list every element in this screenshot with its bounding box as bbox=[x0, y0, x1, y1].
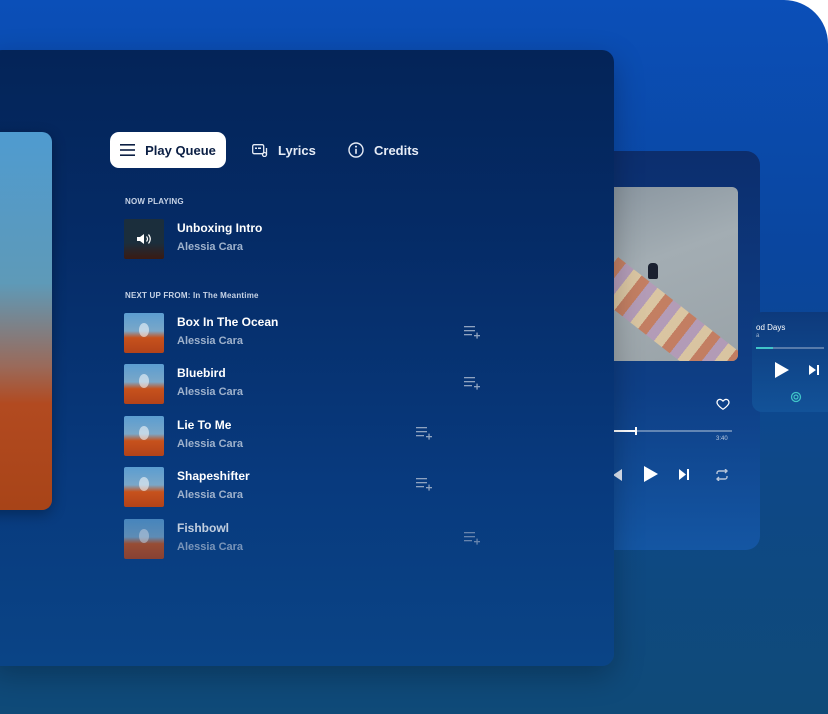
play-icon[interactable] bbox=[643, 465, 659, 483]
artwork-pier bbox=[608, 257, 738, 361]
tab-lyrics[interactable]: Lyrics bbox=[252, 132, 316, 168]
artwork-figure bbox=[648, 263, 658, 279]
add-to-queue-icon[interactable] bbox=[416, 477, 432, 491]
tab-credits-label: Credits bbox=[374, 142, 419, 158]
add-to-queue-icon[interactable] bbox=[464, 325, 480, 339]
track-title: Box In The Ocean bbox=[177, 315, 279, 329]
track-title: Shapeshifter bbox=[177, 469, 250, 483]
track-artist: Alessia Cara bbox=[177, 489, 244, 501]
track-artist: Alessia Cara bbox=[177, 335, 244, 347]
now-playing-artist: Alessia Cara bbox=[177, 241, 244, 253]
mini-play-icon[interactable] bbox=[774, 361, 790, 379]
mini-progress-fill bbox=[756, 347, 773, 349]
now-playing-thumbnail bbox=[124, 219, 164, 259]
track-title: Lie To Me bbox=[177, 418, 232, 432]
repeat-icon[interactable] bbox=[715, 469, 729, 481]
time-total: 3:40 bbox=[716, 436, 728, 442]
progress-bar[interactable] bbox=[614, 427, 732, 435]
queue-row[interactable]: Box In The Ocean Alessia Cara bbox=[124, 313, 504, 353]
track-artist: Alessia Cara bbox=[177, 386, 244, 398]
now-playing-title: Unboxing Intro bbox=[177, 221, 263, 235]
info-icon bbox=[348, 142, 364, 158]
mini-player-subtitle: a bbox=[756, 333, 760, 339]
next-up-label: NEXT UP FROM: In The Meantime bbox=[125, 291, 259, 300]
tab-credits[interactable]: Credits bbox=[348, 132, 419, 168]
now-playing-row[interactable]: Unboxing Intro Alessia Cara bbox=[124, 219, 504, 259]
tab-play-queue[interactable]: Play Queue bbox=[110, 132, 226, 168]
list-icon bbox=[120, 144, 136, 156]
queue-row[interactable]: Fishbowl Alessia Cara bbox=[124, 519, 504, 559]
app-background: 3:40 od Days a Play Queue Lyrics Credits… bbox=[0, 0, 828, 714]
add-to-queue-icon[interactable] bbox=[464, 531, 480, 545]
add-to-queue-icon[interactable] bbox=[416, 426, 432, 440]
track-title: Fishbowl bbox=[177, 521, 229, 535]
cast-icon[interactable] bbox=[790, 391, 802, 403]
album-artwork bbox=[608, 187, 738, 361]
track-thumbnail bbox=[124, 519, 164, 559]
tab-lyrics-label: Lyrics bbox=[278, 142, 316, 158]
track-title: Bluebird bbox=[177, 366, 226, 380]
speaker-icon bbox=[137, 234, 151, 244]
queue-row[interactable]: Lie To Me Alessia Cara bbox=[124, 416, 504, 456]
progress-fill bbox=[614, 430, 636, 432]
track-thumbnail bbox=[124, 467, 164, 507]
mini-player-title: od Days bbox=[756, 323, 786, 332]
track-artist: Alessia Cara bbox=[177, 438, 244, 450]
track-thumbnail bbox=[124, 364, 164, 404]
mini-progress-bar[interactable] bbox=[756, 347, 824, 349]
add-to-queue-icon[interactable] bbox=[464, 376, 480, 390]
next-icon[interactable] bbox=[678, 468, 690, 481]
track-artist: Alessia Cara bbox=[177, 541, 244, 553]
track-thumbnail bbox=[124, 416, 164, 456]
lyrics-icon bbox=[252, 143, 268, 157]
progress-handle[interactable] bbox=[635, 427, 638, 435]
track-thumbnail bbox=[124, 313, 164, 353]
tab-play-queue-label: Play Queue bbox=[145, 142, 216, 158]
album-cover-card bbox=[0, 132, 52, 510]
now-playing-label: NOW PLAYING bbox=[125, 197, 184, 206]
queue-row[interactable]: Bluebird Alessia Cara bbox=[124, 364, 504, 404]
queue-row[interactable]: Shapeshifter Alessia Cara bbox=[124, 467, 504, 507]
heart-icon[interactable] bbox=[716, 397, 730, 411]
mini-next-icon[interactable] bbox=[808, 364, 820, 376]
